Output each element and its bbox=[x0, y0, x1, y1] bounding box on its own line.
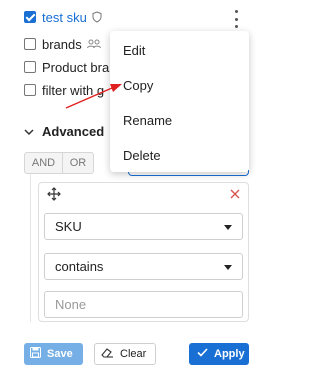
advanced-title: Advanced bbox=[42, 124, 105, 139]
filter-item-brands[interactable]: brands bbox=[24, 34, 101, 54]
field-select-value: SKU bbox=[55, 219, 82, 234]
filter-item-test-sku[interactable]: test sku bbox=[24, 7, 102, 27]
save-icon bbox=[30, 347, 41, 361]
filter-checkbox[interactable] bbox=[24, 11, 36, 23]
apply-button[interactable]: Apply bbox=[189, 343, 249, 365]
more-options-icon[interactable] bbox=[233, 10, 239, 28]
menu-item-copy[interactable]: Copy bbox=[110, 68, 249, 103]
logic-toggle: AND OR bbox=[24, 152, 94, 174]
apply-label: Apply bbox=[214, 348, 245, 360]
users-icon bbox=[86, 39, 101, 49]
menu-item-rename[interactable]: Rename bbox=[110, 103, 249, 138]
shield-icon bbox=[92, 11, 102, 23]
eraser-icon bbox=[101, 347, 114, 361]
field-select[interactable]: SKU bbox=[44, 213, 243, 240]
filter-checkbox[interactable] bbox=[24, 84, 36, 96]
menu-item-edit[interactable]: Edit bbox=[110, 33, 249, 68]
caret-down-icon bbox=[224, 225, 232, 230]
condition-value-input[interactable] bbox=[44, 291, 243, 318]
operator-select-value: contains bbox=[55, 259, 104, 274]
and-button[interactable]: AND bbox=[25, 153, 63, 173]
close-icon[interactable] bbox=[229, 188, 241, 203]
filter-item-product-brands[interactable]: Product bra bbox=[24, 57, 109, 77]
filter-label[interactable]: brands bbox=[42, 37, 82, 52]
save-label: Save bbox=[47, 348, 73, 360]
clear-label: Clear bbox=[120, 348, 147, 360]
save-button[interactable]: Save bbox=[24, 343, 83, 365]
filter-checkbox[interactable] bbox=[24, 61, 36, 73]
context-menu: Edit Copy Rename Delete bbox=[110, 31, 249, 172]
filter-label[interactable]: filter with g bbox=[42, 83, 104, 98]
filter-checkbox[interactable] bbox=[24, 38, 36, 50]
move-icon[interactable] bbox=[47, 187, 61, 204]
filter-label[interactable]: test sku bbox=[42, 10, 87, 25]
menu-item-delete[interactable]: Delete bbox=[110, 138, 249, 173]
chevron-down-icon bbox=[24, 124, 34, 139]
clear-button[interactable]: Clear bbox=[94, 343, 156, 365]
filter-item-filter-with[interactable]: filter with g bbox=[24, 80, 104, 100]
operator-select[interactable]: contains bbox=[44, 253, 243, 280]
condition-connector bbox=[30, 174, 31, 322]
or-button[interactable]: OR bbox=[63, 153, 93, 173]
check-icon bbox=[197, 348, 208, 360]
advanced-toggle[interactable]: Advanced bbox=[24, 124, 104, 139]
filter-label[interactable]: Product bra bbox=[42, 60, 109, 75]
caret-down-icon bbox=[224, 265, 232, 270]
